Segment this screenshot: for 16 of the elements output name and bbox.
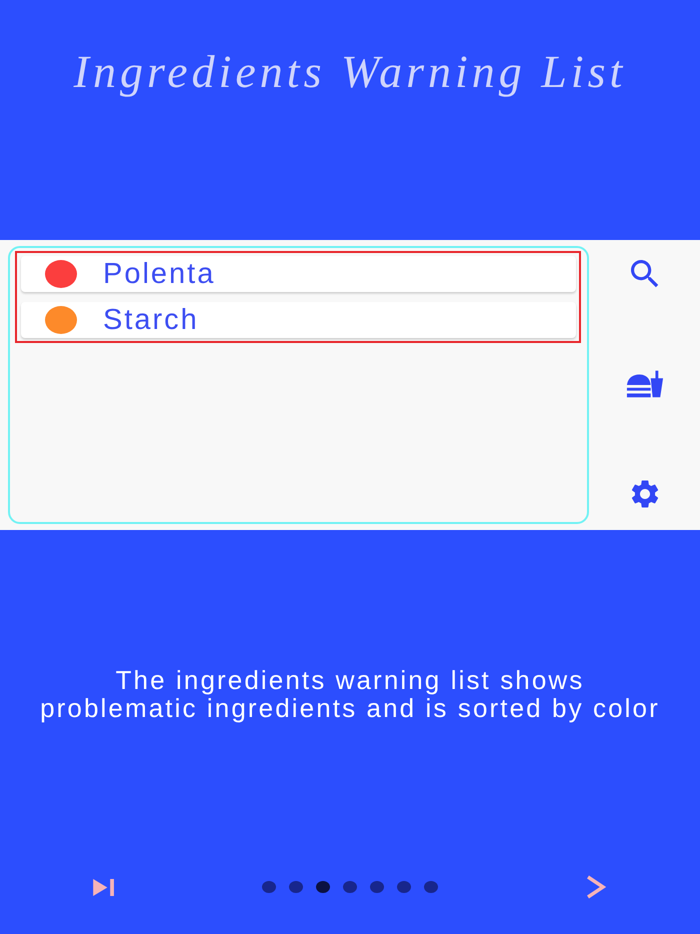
skip-icon xyxy=(93,878,116,896)
skip-button[interactable] xyxy=(93,878,116,896)
search-button[interactable] xyxy=(630,260,658,288)
ingredient-item[interactable]: Starch xyxy=(21,302,576,338)
chevron-right-icon xyxy=(586,875,606,899)
description-text: The ingredients warning list shows problematic ingredients and is sorted by color xyxy=(39,666,661,722)
ingredient-item[interactable]: Polenta xyxy=(21,256,576,292)
ingredient-name: Starch xyxy=(103,303,199,337)
next-button[interactable] xyxy=(586,875,606,899)
search-icon xyxy=(630,260,658,288)
settings-icon xyxy=(630,480,658,508)
burger-and-cup-icon xyxy=(626,369,664,399)
food-button[interactable] xyxy=(626,369,664,399)
ingredient-name: Polenta xyxy=(103,257,216,291)
settings-button[interactable] xyxy=(630,480,658,508)
screen-title: Ingredients Warning List xyxy=(74,45,626,99)
